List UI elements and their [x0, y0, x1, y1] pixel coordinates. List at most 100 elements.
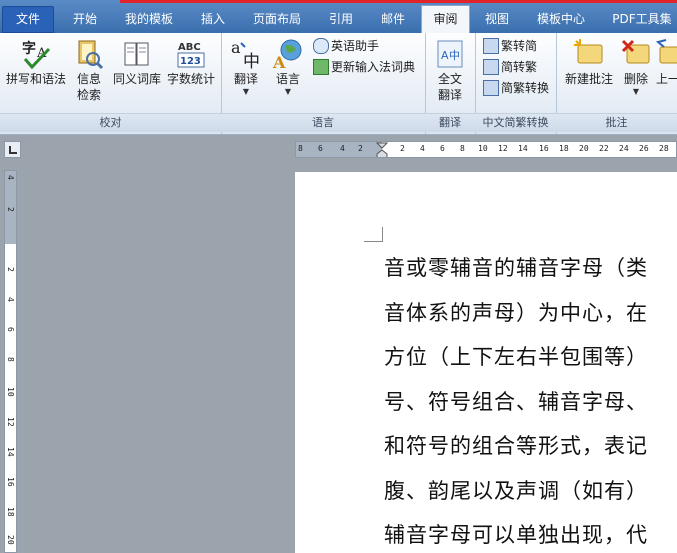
simp-to-trad-icon — [483, 58, 499, 75]
ruler-tick-label: 6 — [440, 144, 445, 153]
chevron-down-icon: ▼ — [632, 87, 640, 96]
document-text-line[interactable]: 辅音字母可以单独出现，代 — [384, 519, 648, 549]
tab-stop-selector[interactable] — [4, 141, 21, 158]
translate-button[interactable]: a 中 翻译 ▼ — [227, 37, 265, 97]
thesaurus-book-icon — [124, 42, 149, 66]
ruler-tick-label: 22 — [599, 144, 609, 153]
group-translate: A 中 全文 翻译 翻译 — [425, 33, 476, 134]
tab-template-center[interactable]: 模板中心 — [528, 6, 594, 33]
ruler-margin-left — [296, 142, 382, 157]
trad-to-simp-label: 繁转简 — [501, 39, 538, 53]
horizontal-ruler[interactable]: 8 6 4 2 2 4 6 8 10 12 14 16 18 20 22 24 26 28 — [295, 141, 677, 158]
tab-insert[interactable]: 插入 — [190, 6, 236, 33]
research-label-2: 检索 — [76, 88, 101, 102]
full-text-translate-button[interactable]: A 中 全文 翻译 — [431, 37, 469, 103]
ruler-tick-label: 10 — [478, 144, 488, 153]
tab-file[interactable]: 文件 — [2, 6, 54, 33]
document-text-line[interactable]: 音或零辅音的辅音字母（类 — [384, 252, 648, 282]
english-helper-icon — [313, 37, 329, 54]
full-translate-label-2: 翻译 — [437, 88, 462, 102]
ruler-tick-label: 2 — [6, 207, 15, 212]
ruler-tick-label: 4 — [6, 175, 15, 180]
ruler-tick-label: 26 — [639, 144, 649, 153]
new-comment-button[interactable]: 新建批注 — [560, 37, 618, 87]
new-comment-icon — [574, 39, 603, 64]
document-text-line[interactable]: 音体系的声母）为中心，在 — [384, 297, 648, 327]
word-count-button[interactable]: ABC 123 字数统计 — [164, 37, 218, 87]
group-language: a 中 翻译 ▼ A 语言 ▼ 英语助手 更新输入法词典 语言 — [221, 33, 426, 134]
trad-to-simp-button[interactable]: 繁转简 — [483, 36, 537, 56]
thesaurus-label: 同义词库 — [112, 72, 161, 86]
tab-mailings[interactable]: 邮件 — [370, 6, 416, 33]
group-label-language: 语言 — [221, 113, 425, 132]
svg-text:中: 中 — [243, 52, 260, 71]
group-label-chinese-conversion: 中文简繁转换 — [475, 113, 556, 132]
tab-view[interactable]: 视图 — [474, 6, 520, 33]
english-helper-button[interactable]: 英语助手 — [313, 36, 379, 56]
research-book-icon — [78, 40, 104, 70]
tab-my-templates[interactable]: 我的模板 — [116, 6, 182, 33]
delete-comment-icon — [621, 39, 650, 64]
group-chinese-conversion: 繁转简 简转繁 简繁转换 中文简繁转换 — [475, 33, 557, 134]
spelling-grammar-button[interactable]: 字 A 拼写和语法 — [4, 37, 68, 87]
ruler-tick-label: 8 — [460, 144, 465, 153]
research-label-1: 信息 — [76, 72, 101, 86]
chinese-conversion-button[interactable]: 简繁转换 — [483, 78, 549, 98]
delete-label: 删除 — [623, 72, 648, 86]
ruler-tick-label: 16 — [539, 144, 549, 153]
document-text-line[interactable]: 方位（上下左右半包围等） — [384, 341, 648, 371]
word-count-icon: ABC 123 — [177, 42, 205, 68]
svg-text:123: 123 — [180, 56, 201, 67]
previous-comment-button[interactable]: 上一 — [656, 37, 677, 87]
translate-icon: a 中 — [231, 38, 260, 71]
ruler-tick-label: 24 — [619, 144, 629, 153]
ruler-tick-label: 4 — [340, 144, 345, 153]
simp-to-trad-label: 简转繁 — [501, 60, 538, 74]
ruler-tick-label: 4 — [6, 297, 15, 302]
ruler-tick-label: 20 — [6, 535, 15, 545]
tab-page-layout[interactable]: 页面布局 — [244, 6, 310, 33]
ruler-tick-label: 28 — [659, 144, 669, 153]
ruler-tick-label: 8 — [6, 357, 15, 362]
tab-home[interactable]: 开始 — [62, 6, 108, 33]
document-text-line[interactable]: 和符号的组合等形式，表记 — [384, 430, 648, 460]
svg-text:A: A — [441, 49, 449, 62]
ruler-tick-label: 12 — [498, 144, 508, 153]
tab-pdf-tools[interactable]: PDF工具集 — [604, 6, 677, 33]
update-dictionary-icon — [313, 58, 329, 75]
language-button[interactable]: A 语言 ▼ — [269, 37, 307, 97]
ruler-tick-label: 8 — [298, 144, 303, 153]
ruler-tick-label: 2 — [400, 144, 405, 153]
ruler-tick-label: 4 — [420, 144, 425, 153]
document-text-line[interactable]: 腹、韵尾以及声调（如有） — [384, 475, 648, 505]
indent-marker-icon[interactable] — [376, 142, 388, 158]
previous-comment-icon — [656, 39, 677, 64]
delete-comment-button[interactable]: 删除 ▼ — [618, 37, 654, 97]
spelling-check-icon: 字 A — [22, 40, 51, 70]
svg-text:中: 中 — [449, 49, 460, 62]
chevron-down-icon: ▼ — [242, 87, 250, 96]
ruler-tick-label: 6 — [6, 327, 15, 332]
ruler-tick-label: 14 — [6, 447, 15, 457]
ruler-tick-label: 16 — [6, 477, 15, 487]
svg-text:A: A — [272, 53, 286, 71]
full-translate-label-1: 全文 — [437, 72, 462, 86]
thesaurus-button[interactable]: 同义词库 — [110, 37, 164, 87]
conversion-label: 简繁转换 — [501, 81, 550, 95]
svg-text:字: 字 — [22, 40, 36, 57]
research-button[interactable]: 信息 检索 — [70, 37, 108, 103]
ruler-tick-label: 20 — [579, 144, 589, 153]
vertical-ruler[interactable]: 4 2 2 4 6 8 10 12 14 16 18 20 — [4, 170, 17, 553]
update-ime-dictionary-button[interactable]: 更新输入法词典 — [313, 57, 415, 77]
chevron-down-icon: ▼ — [284, 87, 292, 96]
simp-to-trad-button[interactable]: 简转繁 — [483, 57, 537, 77]
svg-text:ABC: ABC — [178, 42, 201, 53]
ribbon-tab-bar: 文件 开始 我的模板 插入 页面布局 引用 邮件 审阅 视图 模板中心 PDF工… — [0, 0, 677, 34]
tab-references[interactable]: 引用 — [318, 6, 364, 33]
document-text-line[interactable]: 号、符号组合、辅音字母、 — [384, 386, 648, 416]
group-proofing: 字 A 拼写和语法 信息 检索 同义词库 ABC 123 字数统计 校对 — [0, 33, 222, 134]
ruler-tick-label: 6 — [318, 144, 323, 153]
spelling-label: 拼写和语法 — [5, 72, 66, 86]
ruler-tick-label: 12 — [6, 417, 15, 427]
tab-review[interactable]: 审阅 — [421, 5, 470, 34]
